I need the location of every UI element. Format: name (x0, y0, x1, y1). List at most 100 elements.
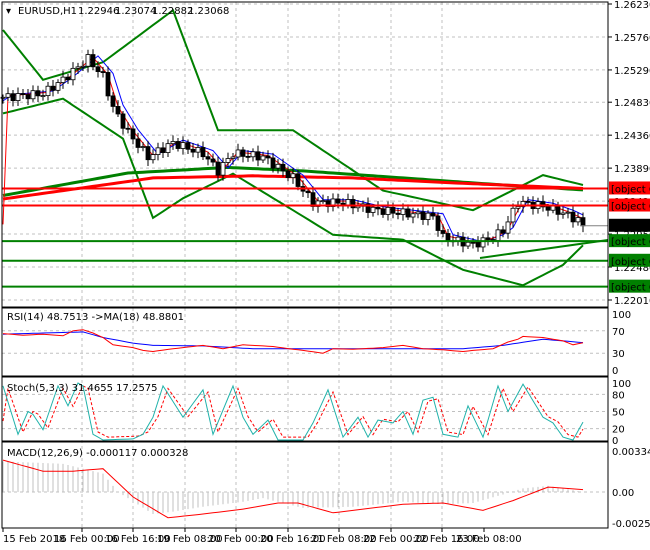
candle-body (205, 156, 211, 160)
macd-tick: 0.00 (612, 488, 634, 499)
dropdown-arrow-icon[interactable]: ▾ (6, 6, 11, 17)
candle-body (275, 163, 281, 169)
candle-body (125, 127, 131, 130)
candle-body (525, 201, 531, 203)
candle-body (475, 241, 481, 248)
candle-body (225, 158, 231, 163)
open-value: 1.22946 (78, 6, 119, 17)
rsi-tick: 30 (612, 349, 625, 360)
candle-body (435, 215, 441, 231)
candle-body (130, 128, 136, 140)
candle-body (265, 155, 271, 159)
candle-body (320, 200, 326, 203)
candle-body (210, 158, 216, 163)
stoch-tick: 100 (612, 379, 631, 390)
candle-body (75, 66, 81, 69)
candle-body (155, 147, 161, 155)
candle-body (580, 217, 586, 227)
level-price-label: [object Object] (611, 184, 650, 195)
candle-body (115, 106, 121, 115)
trendline (479, 239, 609, 259)
price-label: 1.24360 (614, 131, 650, 142)
candle-body (35, 90, 41, 97)
rsi-label: RSI(14) 48.7513 ->MA(18) 48.8801 (7, 312, 184, 323)
candle-body (260, 155, 266, 161)
candle-body (310, 192, 316, 207)
candle-body (215, 161, 221, 176)
candle-body (485, 237, 491, 240)
close-value: 1.23068 (188, 6, 229, 17)
candle-body (390, 206, 396, 214)
candle-body (405, 208, 411, 218)
candle-body (495, 229, 501, 241)
price-label: 1.24830 (614, 98, 650, 109)
candle-body (350, 199, 356, 209)
rsi-tick: 0 (612, 366, 618, 377)
candle-body (255, 151, 261, 161)
candle-body (55, 82, 61, 91)
moving-average-red-fast (2, 56, 584, 244)
bollinger-lower-band (2, 97, 584, 287)
stoch-tick: 50 (612, 408, 625, 419)
stoch-tick: 80 (612, 390, 625, 401)
candle-body (285, 170, 291, 178)
rsi-ma-line (2, 331, 584, 350)
candle-body (240, 149, 246, 157)
candle-body (395, 212, 401, 215)
candle-body (250, 151, 256, 158)
level-price-label: [object Object] (611, 222, 650, 233)
candle-body (245, 155, 251, 158)
candle-body (120, 113, 126, 129)
candle-body (80, 65, 86, 68)
candle-body (235, 149, 241, 158)
candle-body (345, 199, 351, 206)
level-price-label: [object Object] (611, 257, 650, 268)
candle-body (575, 217, 581, 223)
candle-body (85, 54, 91, 67)
candle-body (515, 206, 521, 209)
candle-body (400, 208, 406, 215)
candle-body (335, 198, 341, 204)
candle-body (380, 208, 386, 215)
candle-body (45, 85, 51, 97)
stoch-label: Stoch(5,3,3) 31.4655 17.2575 (7, 383, 158, 394)
candle-body (555, 204, 561, 215)
price-label: 1.22010 (614, 296, 650, 307)
candle-body (110, 95, 116, 107)
candle-body (545, 206, 551, 211)
candle-body (420, 211, 426, 220)
candle-body (30, 90, 36, 100)
candle-body (280, 163, 286, 172)
candle-body (145, 146, 151, 161)
candle-body (230, 156, 236, 159)
candle-body (15, 93, 21, 101)
trading-chart-window: 15 Feb 2018 16 Feb 00:00 16 Feb 16:00 19 Fe… (0, 0, 650, 550)
candle-body (175, 141, 181, 149)
candle-body (375, 206, 381, 210)
candle-body (190, 148, 196, 153)
price-label: 1.23890 (614, 164, 650, 175)
candle-body (430, 212, 436, 217)
indicator-panels (2, 329, 584, 519)
candle-body (135, 138, 141, 148)
candle-body (100, 71, 106, 73)
candle-body (305, 190, 311, 194)
symbol-label: EURUSD,H1 (18, 6, 77, 17)
candle-body (500, 229, 506, 234)
stoch-tick: 0 (612, 436, 618, 447)
candle-body (370, 206, 376, 213)
candle-body (40, 95, 46, 98)
chart-canvas[interactable]: 15 Feb 201816 Feb 00:0016 Feb 16:0019 Fe… (0, 0, 650, 550)
rsi-tick: 100 (612, 310, 631, 321)
candle-body (90, 54, 96, 68)
rsi-tick: 70 (612, 327, 625, 338)
macd-tick: 0.003347 (612, 447, 650, 458)
candle-body (415, 211, 421, 215)
candle-body (160, 147, 166, 153)
candle-body (295, 173, 301, 187)
candle-body (10, 93, 16, 101)
candle-body (505, 221, 511, 234)
candle-body (195, 147, 201, 153)
candle-body (140, 146, 146, 148)
high-value: 1.23074 (115, 6, 156, 17)
